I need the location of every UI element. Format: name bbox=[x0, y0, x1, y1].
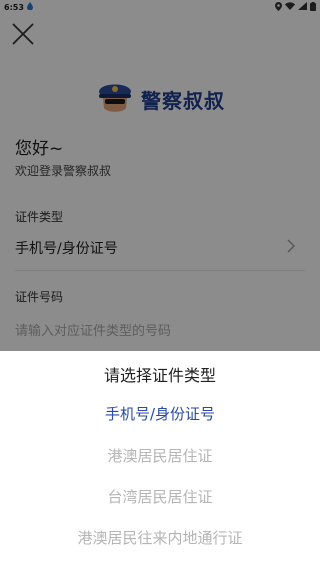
picker-option-taiwan-residence[interactable]: 台湾居民居住证 bbox=[0, 486, 320, 507]
picker-option-hk-macao-permit[interactable]: 港澳居民往来内地通行证 bbox=[0, 527, 320, 548]
picker-title: 请选择证件类型 bbox=[103, 366, 216, 385]
picker-option-hk-macao-residence[interactable]: 港澳居民居住证 bbox=[0, 445, 320, 466]
picker-option-phone-id[interactable]: 手机号/身份证号 bbox=[0, 403, 320, 424]
